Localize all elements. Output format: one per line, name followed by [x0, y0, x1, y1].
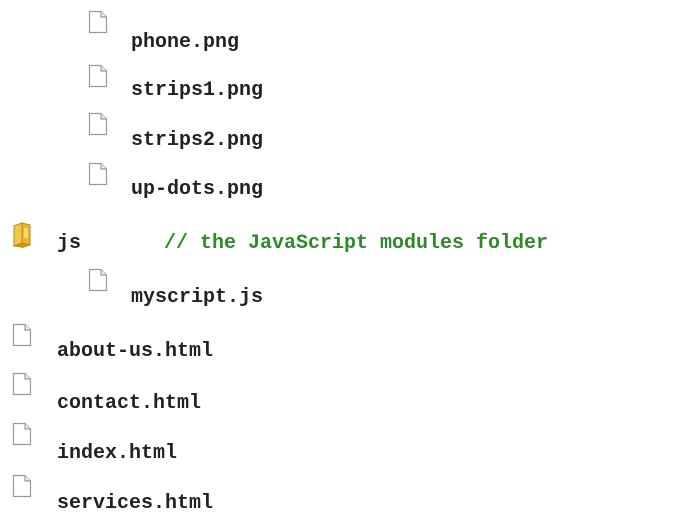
- file-icon: [88, 268, 108, 292]
- file-icon: [88, 112, 108, 136]
- folder-comment: // the JavaScript modules folder: [164, 232, 549, 255]
- file-icon: [12, 474, 32, 498]
- file-name: contact.html: [57, 392, 202, 415]
- folder-icon: [12, 222, 32, 248]
- file-icon: [12, 422, 32, 446]
- file-name: up-dots.png: [131, 178, 264, 201]
- file-icon: [12, 323, 32, 347]
- file-name: strips2.png: [131, 129, 264, 152]
- file-name: services.html: [57, 492, 214, 515]
- file-icon: [12, 372, 32, 396]
- file-name: phone.png: [131, 31, 240, 54]
- file-name: about-us.html: [57, 340, 214, 363]
- file-name: myscript.js: [131, 286, 264, 309]
- file-icon: [88, 162, 108, 186]
- file-name: strips1.png: [131, 79, 264, 102]
- file-tree: phone.png strips1.png strips2.png up-dot…: [0, 0, 676, 516]
- file-icon: [88, 10, 108, 34]
- folder-name: js: [57, 232, 82, 255]
- file-icon: [88, 64, 108, 88]
- file-name: index.html: [57, 442, 178, 465]
